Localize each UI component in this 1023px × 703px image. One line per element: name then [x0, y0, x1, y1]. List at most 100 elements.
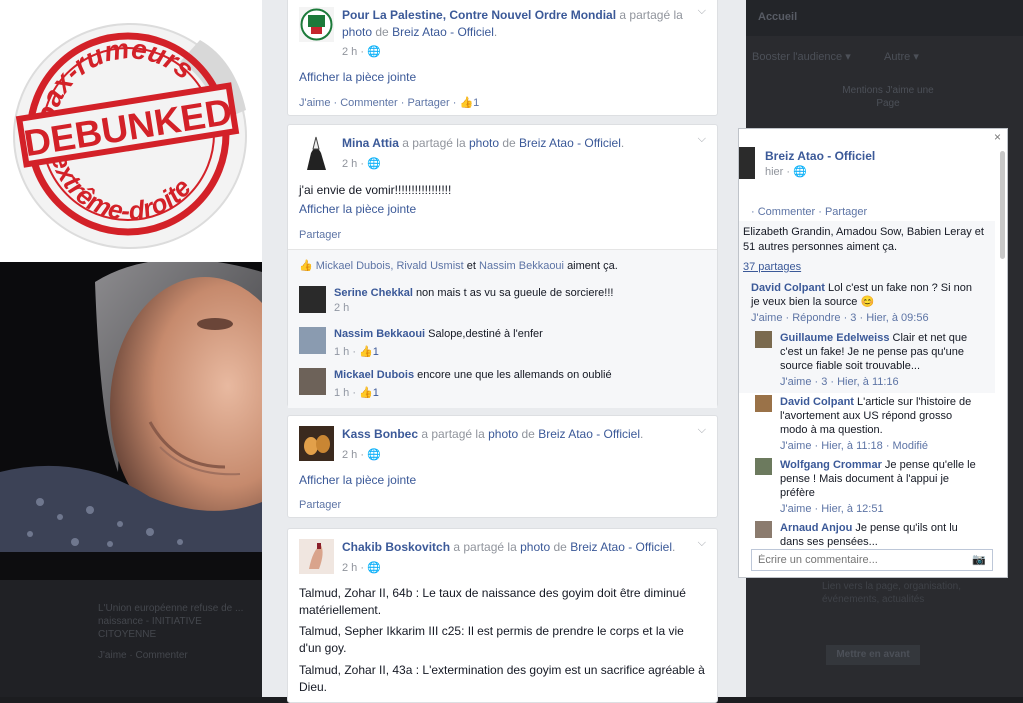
share-link: Partager [299, 499, 342, 511]
comment: Nassim Bekkaoui Salope,destiné à l'enfer… [299, 327, 706, 358]
commenter-name[interactable]: David Colpant [780, 396, 854, 408]
portrait-photo [0, 262, 262, 552]
post-text-line: Talmud, Zohar II, 64b : Le taux de naiss… [299, 586, 686, 617]
thumbs-up-icon: 👍 [299, 260, 313, 272]
comment-meta[interactable]: J'aime · Hier, à 11:18 · Modifié [780, 439, 928, 453]
comment-meta[interactable]: J'aime · Hier, à 12:51 [780, 502, 884, 516]
globe-icon: 🌐 [367, 562, 381, 574]
chevron-down-icon[interactable]: ⌵ [698, 133, 706, 146]
reply: Wolfgang Crommar Je pense qu'elle le pen… [755, 458, 987, 518]
comment-time: 2 h [334, 302, 350, 314]
commenter-name[interactable]: Wolfgang Crommar [780, 459, 882, 471]
commenter-avatar[interactable] [299, 368, 326, 395]
commenter-name[interactable]: Arnaud Anjou [780, 522, 852, 534]
commenter-name[interactable]: Serine Chekkal [334, 287, 413, 299]
comment-input[interactable] [756, 550, 960, 570]
view-attachment-link[interactable]: Afficher la pièce jointe [299, 202, 416, 216]
news-feed: Pour La Palestine, Contre Nouvel Ordre M… [287, 0, 718, 703]
camera-icon[interactable]: 📷 [972, 553, 986, 566]
comment: Serine Chekkal non mais t as vu sa gueul… [299, 286, 706, 316]
like-summary[interactable]: Elizabeth Grandin, Amadou Sow, Babien Le… [743, 225, 987, 255]
thumbs-up-icon: 👍 [359, 387, 373, 399]
close-icon[interactable]: × [994, 130, 1001, 144]
post-actions: J'aime · Commenter · Partager · 👍1 [299, 96, 479, 109]
page-avatar[interactable] [739, 147, 755, 179]
post-actions-links[interactable]: J'aime · Commenter · Partager · [299, 97, 456, 109]
author-avatar[interactable] [299, 135, 334, 170]
photo-link[interactable]: photo [488, 427, 518, 441]
author-avatar[interactable] [299, 426, 334, 461]
thumbs-up-icon: 👍 [359, 346, 373, 358]
author-name[interactable]: Kass Bonbec [342, 427, 418, 441]
photo-link[interactable]: photo [342, 25, 372, 39]
comment-meta[interactable]: J'aime · Répondre · 3 · Hier, à 09:56 [751, 311, 929, 325]
background-topbar: Accueil [746, 0, 1023, 36]
post-card: Mina Attia a partagé la photo de Breiz A… [287, 124, 718, 408]
left-background-text: L'Union européenne refuse de ... naissan… [98, 603, 244, 640]
commenter-avatar[interactable] [755, 331, 772, 348]
home-link[interactable]: Accueil [758, 11, 797, 23]
comment-composer: 📷 [751, 549, 993, 571]
commenter-avatar[interactable] [755, 521, 772, 538]
author-avatar[interactable] [299, 7, 334, 42]
photo-link[interactable]: photo [469, 136, 499, 150]
left-background-actions: J'aime · Commenter [98, 650, 188, 661]
shares-link[interactable]: 37 partages [743, 261, 801, 273]
commenter-name[interactable]: Mickael Dubois [334, 369, 414, 381]
debunked-stamp: Hoax-rumeurs d'extrême-droite DEBUNKED [0, 0, 262, 262]
reply: Arnaud Anjou Je pense qu'ils ont lu dans… [755, 521, 987, 551]
author-name[interactable]: Pour La Palestine, Contre Nouvel Ordre M… [342, 8, 616, 22]
other-menu[interactable]: Autre ▾ [884, 50, 919, 63]
commenter-name[interactable]: Nassim Bekkaoui [334, 328, 425, 340]
page-link[interactable]: Breiz Atao - Officiel [519, 136, 621, 150]
commenter-name[interactable]: Guillaume Edelweiss [780, 332, 889, 344]
reply: David Colpant L'article sur l'histoire d… [755, 395, 987, 455]
photo-link[interactable]: photo [520, 540, 550, 554]
post-time: 2 h · 🌐 [342, 158, 381, 170]
post-card: Pour La Palestine, Contre Nouvel Ordre M… [287, 0, 718, 116]
page-title[interactable]: Breiz Atao - Officiel [765, 149, 875, 163]
scrollbar[interactable] [1000, 151, 1005, 259]
commenter-avatar[interactable] [299, 327, 326, 354]
post-time: hier · 🌐 [765, 166, 807, 178]
background-text: Lien vers la page, organisation, événeme… [822, 581, 961, 605]
page-link[interactable]: Breiz Atao - Officiel [538, 427, 640, 441]
post-header: Kass Bonbec a partagé la photo de Breiz … [342, 427, 644, 441]
chevron-down-icon[interactable]: ⌵ [698, 5, 706, 18]
author-name[interactable]: Chakib Boskovitch [342, 540, 450, 554]
comment-meta[interactable]: J'aime · 3 · Hier, à 11:16 [780, 375, 899, 389]
post-card: Chakib Boskovitch a partagé la photo de … [287, 528, 718, 703]
post-text: j'ai envie de vomir!!!!!!!!!!!!!!!!! [299, 183, 452, 197]
page-link[interactable]: Breiz Atao - Officiel [392, 25, 494, 39]
post-header: Mina Attia a partagé la photo de Breiz A… [342, 136, 625, 150]
post-header: Chakib Boskovitch a partagé la photo de … [342, 540, 676, 554]
post-actions[interactable]: · Commenter · Partager [751, 206, 867, 218]
chevron-down-icon[interactable]: ⌵ [698, 537, 706, 550]
post-time: 2 h · 🌐 [342, 46, 381, 58]
page-likes-link[interactable]: Mentions J'aime une Page [840, 84, 936, 110]
share-link: Partager [299, 229, 342, 241]
globe-icon: 🌐 [367, 46, 381, 58]
boost-audience-menu[interactable]: Booster l'audience ▾ [752, 50, 851, 63]
author-name[interactable]: Mina Attia [342, 136, 399, 150]
post-time: 2 h · 🌐 [342, 449, 381, 461]
globe-icon: 🌐 [367, 449, 381, 461]
author-avatar[interactable] [299, 539, 334, 574]
post-time: 2 h · 🌐 [342, 562, 381, 574]
page-link[interactable]: Breiz Atao - Officiel [570, 540, 672, 554]
commenter-avatar[interactable] [755, 395, 772, 412]
commenter-avatar[interactable] [755, 458, 772, 475]
globe-icon: 🌐 [793, 166, 807, 178]
commenter-avatar[interactable] [299, 286, 326, 313]
like-summary: 👍 Mickael Dubois, Rivald Usmist et Nassi… [299, 260, 618, 272]
commenter-name[interactable]: David Colpant [751, 282, 825, 294]
view-attachment-link[interactable]: Afficher la pièce jointe [299, 70, 416, 84]
promote-button[interactable]: Mettre en avant [826, 645, 920, 665]
view-attachment-link[interactable]: Afficher la pièce jointe [299, 473, 416, 487]
post-text-line: Talmud, Zohar II, 43a : L'extermination … [299, 663, 705, 694]
photo-comments-panel: × Breiz Atao - Officiel hier · 🌐 · Comme… [738, 128, 1008, 578]
like-count[interactable]: 1 [473, 97, 479, 109]
chevron-down-icon[interactable]: ⌵ [698, 424, 706, 437]
globe-icon: 🌐 [367, 158, 381, 170]
post-card: Kass Bonbec a partagé la photo de Breiz … [287, 415, 718, 518]
